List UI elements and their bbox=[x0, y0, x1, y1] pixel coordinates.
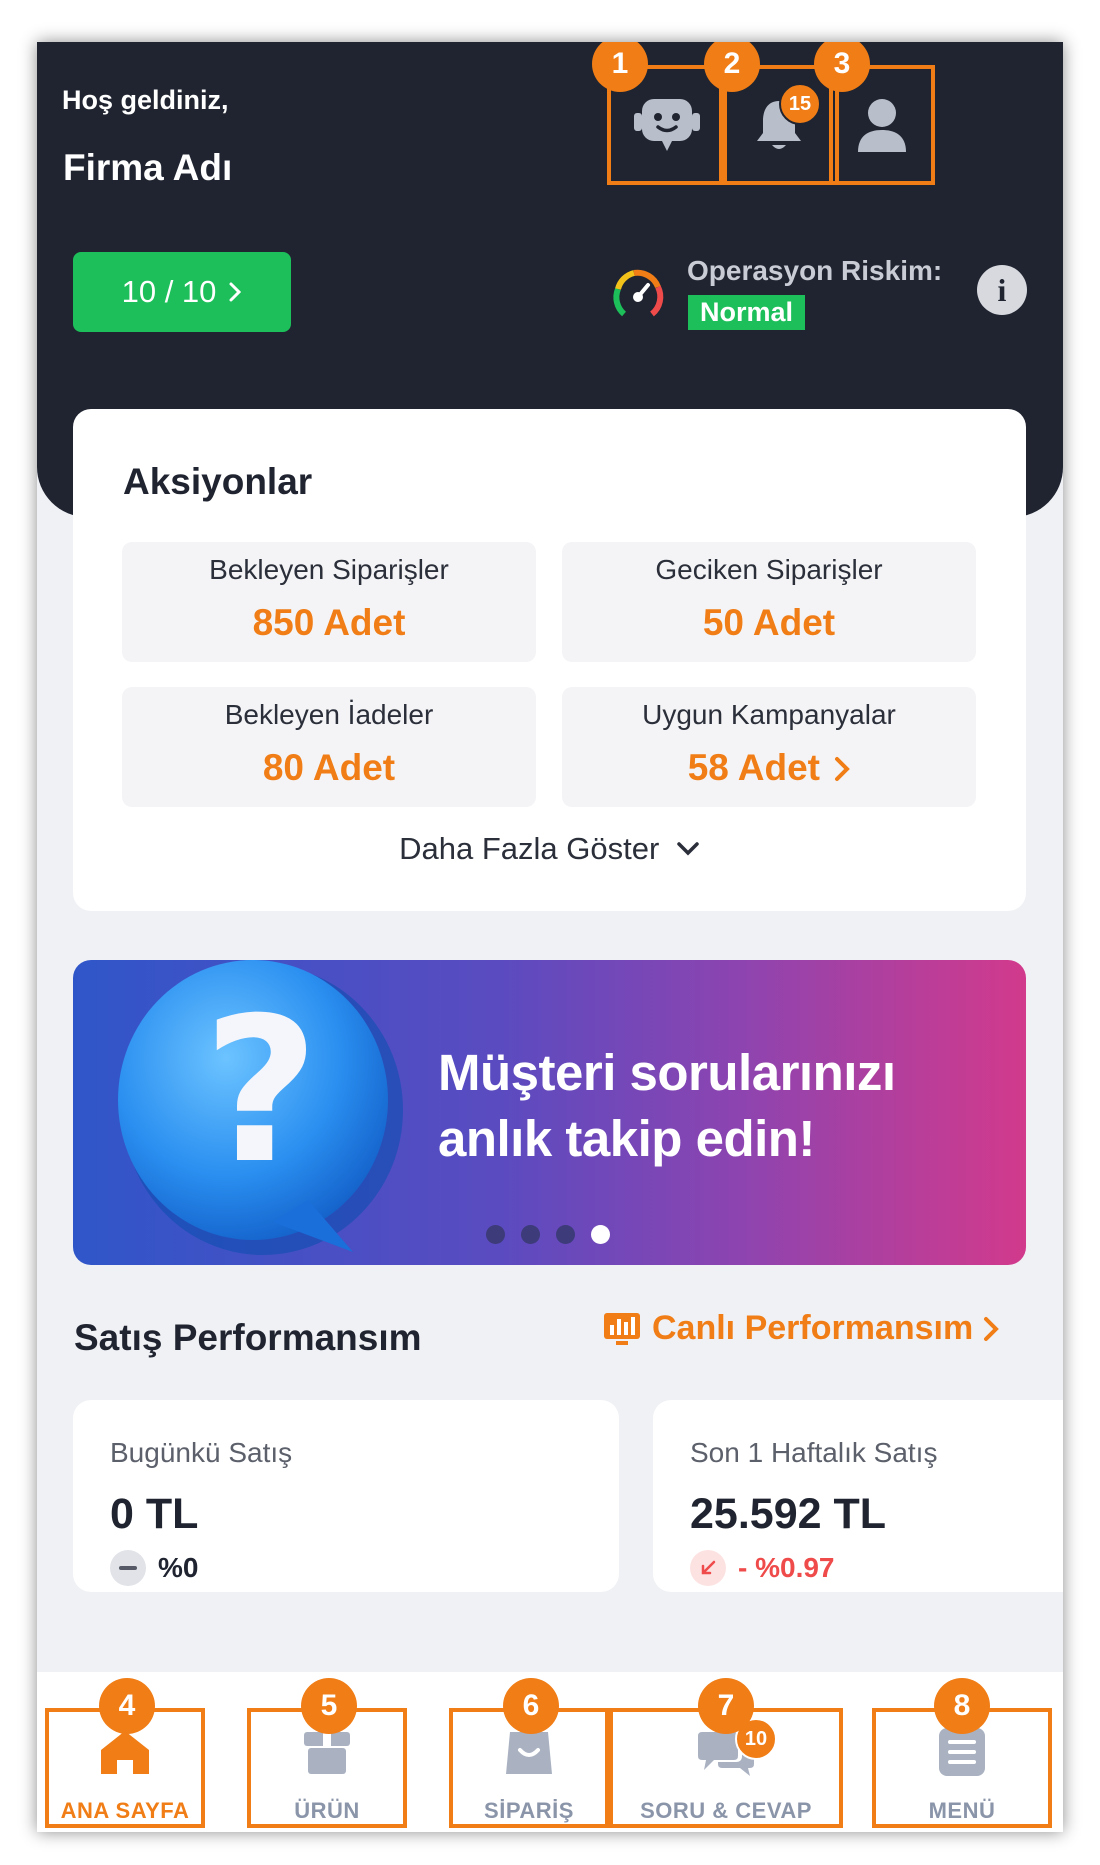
actions-panel: Aksiyonlar Bekleyen Siparişler 850 Adet … bbox=[73, 409, 1026, 911]
tab-label: SİPARİŞ bbox=[484, 1798, 574, 1823]
question-bubble-illustration: ? bbox=[118, 960, 403, 1255]
risk-status-badge: Normal bbox=[688, 295, 806, 330]
action-card-label: Uygun Kampanyalar bbox=[642, 699, 896, 730]
arrow-down-left-icon bbox=[690, 1550, 726, 1586]
chevron-down-icon bbox=[677, 842, 699, 856]
sales-card-label: Son 1 Haftalık Satış bbox=[690, 1437, 938, 1468]
actions-title: Aksiyonlar bbox=[123, 461, 313, 502]
sales-change: - %0.97 bbox=[690, 1550, 835, 1586]
action-card-campaigns[interactable]: Uygun Kampanyalar 58 Adet bbox=[562, 687, 976, 807]
callout-7: 7 bbox=[698, 1678, 754, 1734]
seller-score-button[interactable]: 10 / 10 bbox=[73, 252, 291, 332]
carousel-dot[interactable] bbox=[521, 1225, 540, 1244]
tab-label: ÜRÜN bbox=[294, 1798, 360, 1823]
chevron-right-icon bbox=[984, 1316, 1000, 1341]
greeting-text: Hoş geldiniz, bbox=[62, 85, 229, 115]
banner-line-1: Müşteri sorularınızı bbox=[438, 1044, 896, 1101]
notification-count-badge: 15 bbox=[779, 83, 821, 125]
chatbot-icon bbox=[634, 99, 700, 151]
app-screen: Hoş geldiniz, Firma Adı 15 1 2 3 10 / 10… bbox=[37, 42, 1063, 1832]
tab-label: ANA SAYFA bbox=[60, 1798, 190, 1823]
promo-banner[interactable]: ? Müşteri sorularınızı anlık takip edin! bbox=[73, 960, 1026, 1265]
callout-6: 6 bbox=[503, 1678, 559, 1734]
banner-headline: Müşteri sorularınızı anlık takip edin! bbox=[438, 1040, 896, 1172]
seller-score-value: 10 / 10 bbox=[121, 274, 217, 309]
carousel-dots bbox=[486, 1225, 610, 1244]
carousel-dot-active[interactable] bbox=[591, 1225, 610, 1244]
svg-text:?: ? bbox=[203, 975, 319, 1208]
carousel-dot[interactable] bbox=[486, 1225, 505, 1244]
callout-4: 4 bbox=[99, 1678, 155, 1734]
action-card-pending-returns[interactable]: Bekleyen İadeler 80 Adet bbox=[122, 687, 536, 807]
box-icon bbox=[304, 1732, 350, 1774]
action-card-label: Geciken Siparişler bbox=[655, 554, 883, 585]
sales-card-value: 0 TL bbox=[110, 1490, 199, 1538]
sales-change-value: %0 bbox=[158, 1552, 199, 1583]
callout-5: 5 bbox=[301, 1678, 357, 1734]
sales-card-today[interactable]: Bugünkü Satış 0 TL %0 bbox=[73, 1400, 619, 1592]
sales-card-weekly[interactable]: Son 1 Haftalık Satış 25.592 TL - %0.97 bbox=[653, 1400, 1063, 1592]
sales-performance-title: Satış Performansım bbox=[74, 1317, 422, 1358]
chevron-right-icon bbox=[835, 757, 851, 781]
sales-card-label: Bugünkü Satış bbox=[110, 1437, 293, 1468]
home-icon bbox=[101, 1731, 149, 1774]
sales-change: %0 bbox=[110, 1550, 198, 1586]
show-more-button[interactable]: Daha Fazla Göster bbox=[73, 831, 1026, 867]
action-card-value: 50 Adet bbox=[702, 602, 836, 643]
action-card-value-text: 58 Adet bbox=[687, 747, 820, 788]
live-performance-link[interactable]: Canlı Performansım bbox=[602, 1309, 1000, 1348]
action-card-pending-orders[interactable]: Bekleyen Siparişler 850 Adet bbox=[122, 542, 536, 662]
action-card-value: 80 Adet bbox=[262, 747, 396, 788]
risk-label: Operasyon Riskim: bbox=[687, 255, 943, 286]
tab-label: MENÜ bbox=[928, 1798, 996, 1823]
bag-icon bbox=[506, 1732, 552, 1774]
info-icon[interactable]: i bbox=[977, 265, 1027, 315]
sales-card-value: 25.592 TL bbox=[690, 1490, 886, 1538]
tab-label: SORU & CEVAP bbox=[640, 1798, 812, 1823]
neutral-change-icon bbox=[110, 1550, 146, 1586]
chevron-right-icon bbox=[229, 282, 242, 302]
bottom-tab-bar: ANA SAYFA ÜRÜN SİPARİŞ 10 SORU & CEVAP M… bbox=[37, 1672, 1063, 1832]
risk-gauge-icon bbox=[613, 269, 664, 317]
sales-change-value: - %0.97 bbox=[738, 1552, 835, 1583]
action-card-label: Bekleyen Siparişler bbox=[209, 554, 449, 585]
carousel-dot[interactable] bbox=[556, 1225, 575, 1244]
action-card-label: Bekleyen İadeler bbox=[224, 699, 434, 730]
action-card-delayed-orders[interactable]: Geciken Siparişler 50 Adet bbox=[562, 542, 976, 662]
live-chart-icon bbox=[604, 1312, 640, 1345]
banner-line-2: anlık takip edin! bbox=[438, 1110, 815, 1167]
profile-icon bbox=[858, 99, 906, 152]
menu-icon bbox=[939, 1728, 985, 1776]
company-name: Firma Adı bbox=[63, 147, 233, 188]
live-performance-label: Canlı Performansım bbox=[652, 1309, 974, 1347]
show-more-label: Daha Fazla Göster bbox=[399, 831, 660, 866]
action-card-value: 58 Adet bbox=[562, 747, 976, 789]
action-card-value: 850 Adet bbox=[252, 602, 406, 643]
callout-8: 8 bbox=[934, 1678, 990, 1734]
